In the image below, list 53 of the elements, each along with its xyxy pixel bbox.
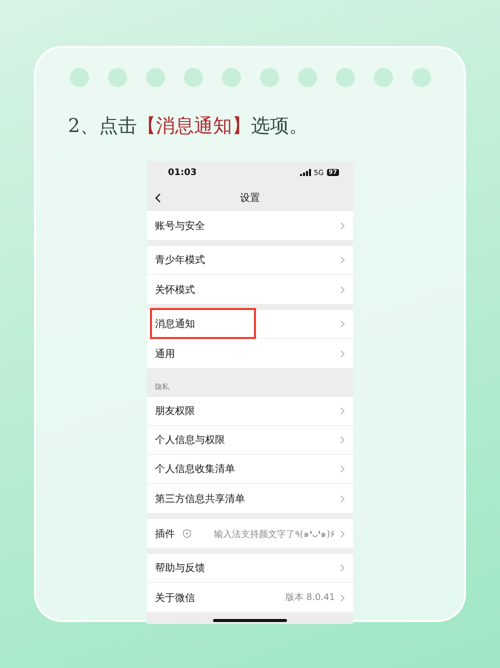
- dot-decoration: [374, 68, 392, 87]
- instruction-text: 2、点击【消息通知】选项。: [68, 114, 308, 139]
- dot-decoration: [70, 68, 88, 87]
- chevron-icon: [340, 286, 345, 294]
- row-label: 插件: [155, 528, 175, 540]
- back-icon[interactable]: [155, 193, 161, 203]
- chevron-icon: [340, 256, 345, 264]
- row-value: 输入法支持颜文字了٩(๑❛ᴗ❛๑)۶: [214, 528, 335, 540]
- settings-row[interactable]: 关怀模式: [147, 275, 353, 304]
- shield-icon: [183, 529, 191, 538]
- chevron-icon: [340, 494, 345, 502]
- row-label: 帮助与反馈: [155, 562, 205, 575]
- row-label: 青少年模式: [155, 254, 205, 267]
- chevron-icon: [340, 407, 345, 415]
- settings-row[interactable]: 第三方信息共享清单: [147, 484, 353, 513]
- dot-decoration: [298, 68, 316, 87]
- dot-decoration: [184, 68, 202, 87]
- dot-decoration: [260, 68, 278, 87]
- row-label: 个人信息与权限: [155, 434, 225, 447]
- row-label: 关于微信: [155, 592, 195, 604]
- signal-icon: [300, 169, 311, 176]
- settings-row[interactable]: 通用: [147, 339, 353, 368]
- dot-decoration: [222, 68, 240, 87]
- nav-title: 设置: [240, 192, 260, 204]
- settings-row[interactable]: 消息通知: [147, 310, 353, 339]
- row-label: 个人信息收集清单: [155, 462, 235, 476]
- chevron-icon: [340, 594, 345, 602]
- status-time: 01:03: [168, 168, 197, 178]
- chevron-icon: [340, 564, 345, 572]
- settings-row[interactable]: 关于微信 版本 8.0.41: [147, 583, 353, 612]
- row-label: 关怀模式: [155, 284, 195, 296]
- row-label: 消息通知: [155, 318, 195, 331]
- settings-row[interactable]: 朋友权限: [147, 397, 353, 426]
- row-label: 朋友权限: [155, 404, 195, 418]
- row-value: 版本 8.0.41: [286, 592, 335, 604]
- dot-decoration: [336, 68, 354, 87]
- dot-decoration: [412, 68, 430, 87]
- row-label: 第三方信息共享清单: [155, 492, 245, 506]
- settings-row[interactable]: 个人信息收集清单: [147, 455, 353, 484]
- chevron-icon: [340, 465, 345, 473]
- settings-row[interactable]: 个人信息与权限: [147, 426, 353, 455]
- dot-decoration: [108, 68, 126, 87]
- settings-row[interactable]: 账号与安全: [147, 211, 353, 240]
- chevron-icon: [340, 222, 345, 230]
- chevron-icon: [340, 350, 345, 358]
- dot-decoration: [146, 68, 164, 87]
- chevron-icon: [340, 530, 345, 538]
- settings-row[interactable]: 帮助与反馈: [147, 554, 353, 583]
- chevron-icon: [340, 320, 345, 328]
- settings-row[interactable]: 青少年模式: [147, 246, 353, 275]
- row-label: 通用: [155, 348, 175, 360]
- row-label: 账号与安全: [155, 220, 205, 232]
- chevron-icon: [340, 436, 345, 444]
